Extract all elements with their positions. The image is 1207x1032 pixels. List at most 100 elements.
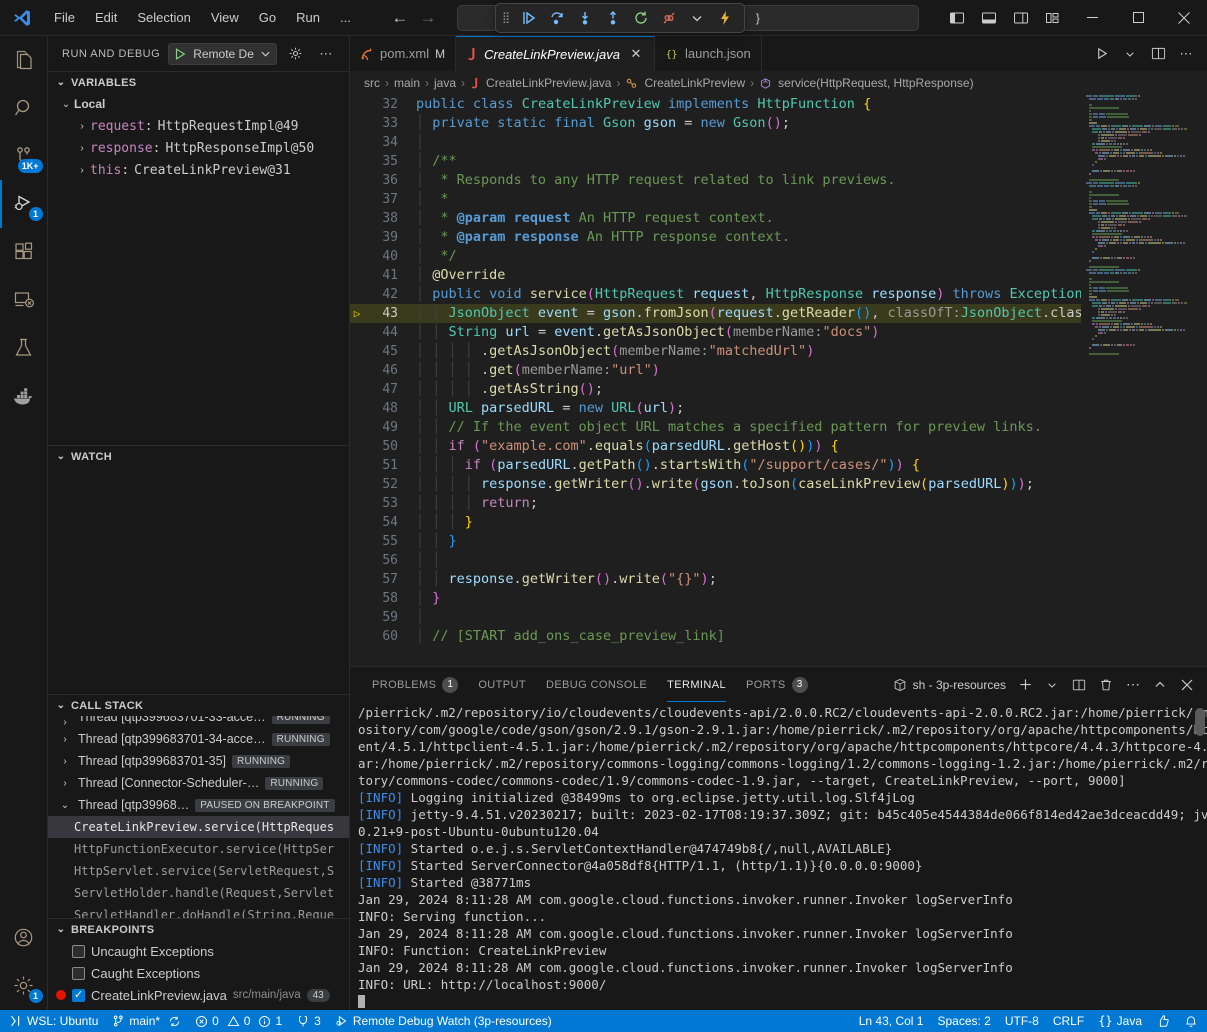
trash-icon[interactable]: [1094, 673, 1118, 697]
breadcrumb-item[interactable]: CreateLinkPreview.java: [486, 76, 611, 90]
call-stack-thread-row[interactable]: › Thread [qtp399683701-35] RUNNING: [48, 750, 349, 772]
code-line[interactable]: 48│ │ URL parsedURL = new URL(url);: [350, 399, 1081, 418]
activity-settings-gear-icon[interactable]: 1: [0, 962, 48, 1010]
variables-scope-local[interactable]: ⌄ Local: [48, 93, 349, 115]
code-line[interactable]: 49│ │ // If the event object URL matches…: [350, 418, 1081, 437]
open-launch-settings-icon[interactable]: [285, 43, 307, 65]
breakpoint-file-row[interactable]: CreateLinkPreview.java src/main/java 43: [48, 984, 349, 1006]
code-line[interactable]: 46│ │ │ │ .get(memberName:"url"): [350, 361, 1081, 380]
terminal-scrollbar[interactable]: [1195, 708, 1205, 736]
toggle-panel-icon[interactable]: [973, 0, 1005, 36]
call-stack-section-header[interactable]: ⌄ CALL STACK: [48, 694, 349, 716]
chevron-down-icon[interactable]: [1040, 673, 1064, 697]
code-editor[interactable]: 32public class CreateLinkPreview impleme…: [350, 95, 1207, 666]
close-tab-icon[interactable]: ✕: [628, 46, 644, 62]
status-remote-host[interactable]: WSL: Ubuntu: [2, 1010, 105, 1032]
sidebar-more-actions-icon[interactable]: ⋯: [315, 43, 337, 65]
breadcrumb-item[interactable]: main: [394, 76, 420, 90]
toggle-primary-sidebar-icon[interactable]: [941, 0, 973, 36]
code-line[interactable]: 47│ │ │ │ .getAsString();: [350, 380, 1081, 399]
go-back-icon[interactable]: ←: [387, 7, 413, 29]
code-line[interactable]: 35│ /**: [350, 152, 1081, 171]
code-line[interactable]: 59│: [350, 608, 1081, 627]
status-ports[interactable]: 3: [289, 1010, 328, 1032]
launch-config-dropdown[interactable]: Remote De: [168, 43, 277, 65]
tab-terminal[interactable]: TERMINAL: [657, 667, 736, 702]
checkbox[interactable]: [72, 989, 85, 1002]
code-line[interactable]: 53│ │ │ │ return;: [350, 494, 1081, 513]
variable-row-response[interactable]: › response : HttpResponseImpl@50: [48, 137, 349, 159]
code-line[interactable]: 45│ │ │ │ .getAsJsonObject(memberName:"m…: [350, 342, 1081, 361]
variable-row-request[interactable]: › request : HttpRequestImpl@49: [48, 115, 349, 137]
maximize-panel-icon[interactable]: [1148, 673, 1172, 697]
step-out-button[interactable]: [600, 6, 626, 30]
menu-view[interactable]: View: [201, 6, 249, 29]
breakpoints-section-header[interactable]: ⌄ BREAKPOINTS: [48, 918, 349, 940]
breadcrumb-item[interactable]: CreateLinkPreview: [644, 76, 745, 90]
code-line[interactable]: 42│ public void service(HttpRequest requ…: [350, 285, 1081, 304]
code-line[interactable]: 34│: [350, 133, 1081, 152]
activity-accounts-icon[interactable]: [0, 914, 48, 962]
call-stack-frame-row[interactable]: HttpFunctionExecutor.service(HttpSer: [48, 838, 349, 860]
drag-handle-icon[interactable]: ⣿: [502, 15, 514, 22]
code-line[interactable]: 44│ │ String url = event.getAsJsonObject…: [350, 323, 1081, 342]
tab-create-link-preview-java[interactable]: CreateLinkPreview.java ✕: [456, 36, 655, 71]
activity-explorer-icon[interactable]: [0, 36, 48, 84]
call-stack-thread-row[interactable]: › Thread [Connector-Scheduler-… RUNNING: [48, 772, 349, 794]
breakpoint-arrow-icon[interactable]: ▷: [350, 304, 364, 323]
menu-selection[interactable]: Selection: [127, 6, 200, 29]
activity-remote-explorer-icon[interactable]: [0, 276, 48, 324]
code-line[interactable]: 38│ * @param request An HTTP request con…: [350, 209, 1081, 228]
code-line[interactable]: 52│ │ │ │ response.getWriter().write(gso…: [350, 475, 1081, 494]
status-language-mode[interactable]: {} Java: [1091, 1010, 1149, 1032]
code-line[interactable]: 56│ │: [350, 551, 1081, 570]
split-editor-icon[interactable]: [1145, 41, 1171, 67]
run-file-icon[interactable]: [1089, 41, 1115, 67]
menu-file[interactable]: File: [44, 6, 85, 29]
status-problems[interactable]: 0 0 1: [188, 1010, 289, 1032]
customize-layout-icon[interactable]: [1037, 0, 1069, 36]
maximize-button[interactable]: [1115, 0, 1161, 36]
tab-launch-json[interactable]: {} launch.json: [655, 36, 762, 71]
status-indentation[interactable]: Spaces: 2: [930, 1010, 997, 1032]
activity-source-control-icon[interactable]: 1K+: [0, 132, 48, 180]
terminal-output[interactable]: /pierrick/.m2/repository/io/cloudevents/…: [350, 702, 1207, 1010]
chevron-down-icon[interactable]: [684, 6, 710, 30]
code-line[interactable]: 60│ // [START add_ons_case_preview_link]: [350, 627, 1081, 646]
code-line[interactable]: 37│ *: [350, 190, 1081, 209]
editor-more-actions-icon[interactable]: ⋯: [1173, 41, 1199, 67]
status-debug-session[interactable]: Remote Debug Watch (3p-resources): [328, 1010, 559, 1032]
breadcrumb-item[interactable]: service(HttpRequest, HttpResponse): [778, 76, 973, 90]
minimap[interactable]: [1081, 95, 1193, 666]
activity-extensions-icon[interactable]: [0, 228, 48, 276]
activity-search-icon[interactable]: [0, 84, 48, 132]
breadcrumb-item[interactable]: java: [434, 76, 456, 90]
menu-run[interactable]: Run: [286, 6, 330, 29]
disconnect-button[interactable]: [656, 6, 682, 30]
code-lines-container[interactable]: 32public class CreateLinkPreview impleme…: [350, 95, 1081, 666]
call-stack-frame-row[interactable]: HttpServlet.service(ServletRequest,S: [48, 860, 349, 882]
tab-ports[interactable]: PORTS 3: [736, 667, 818, 702]
code-line[interactable]: ▷43│ │ JsonObject event = gson.fromJson(…: [350, 304, 1081, 323]
checkbox[interactable]: [72, 945, 85, 958]
panel-more-actions-icon[interactable]: ⋯: [1121, 673, 1145, 697]
code-line[interactable]: 50│ │ if ("example.com".equals(parsedURL…: [350, 437, 1081, 456]
call-stack-frame-row[interactable]: ServletHandler.doHandle(String,Reque: [48, 904, 349, 918]
code-line[interactable]: 51│ │ │ if (parsedURL.getPath().startsWi…: [350, 456, 1081, 475]
menu-go[interactable]: Go: [249, 6, 286, 29]
hot-reload-icon[interactable]: [712, 6, 738, 30]
status-cursor-position[interactable]: Ln 43, Col 1: [852, 1010, 931, 1032]
close-window-button[interactable]: [1161, 0, 1207, 36]
status-eol[interactable]: CRLF: [1046, 1010, 1091, 1032]
status-encoding[interactable]: UTF-8: [998, 1010, 1046, 1032]
call-stack-frame-row[interactable]: ServletHolder.handle(Request,Servlet: [48, 882, 349, 904]
tab-pom-xml[interactable]: pom.xml M: [350, 36, 456, 71]
menu-more[interactable]: ...: [330, 6, 361, 29]
menu-edit[interactable]: Edit: [85, 6, 127, 29]
continue-button[interactable]: [516, 6, 542, 30]
call-stack-thread-row-paused[interactable]: ⌄ Thread [qtp39968… PAUSED ON BREAKPOINT: [48, 794, 349, 816]
active-terminal-tab[interactable]: sh - 3p-resources: [893, 678, 1010, 692]
watch-section-header[interactable]: ⌄ WATCH: [48, 445, 349, 467]
activity-testing-icon[interactable]: [0, 324, 48, 372]
code-line[interactable]: 41│ @Override: [350, 266, 1081, 285]
